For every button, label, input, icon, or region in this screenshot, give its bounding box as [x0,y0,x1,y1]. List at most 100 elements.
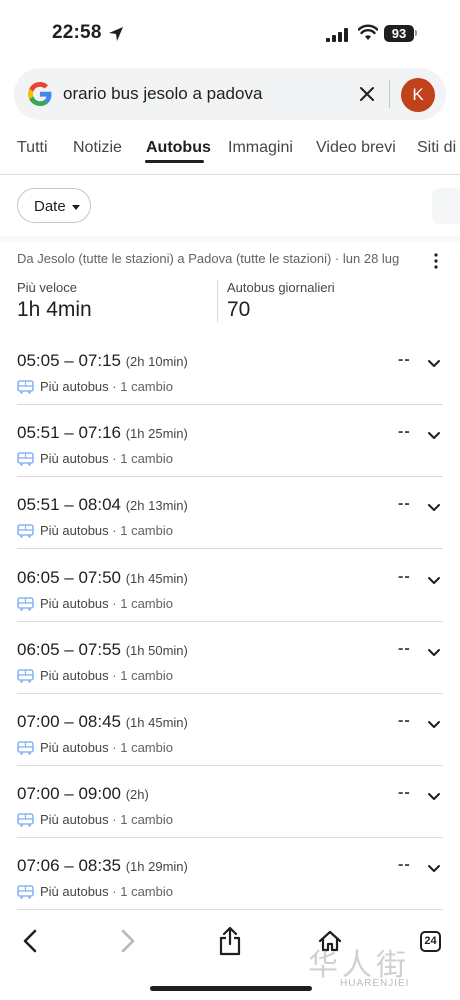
trip-row[interactable]: 07:06 – 08:35 (1h 29min) -- Più autobus · … [0,848,460,920]
trip-times: 06:05 – 07:50 (1h 45min) [17,568,188,588]
trip-changes: · 1 cambio [108,379,173,394]
bus-icon [17,813,34,832]
route-summary: Da Jesolo (tutte le stazioni) a Padova (… [17,251,400,266]
tab-autobus[interactable]: Autobus [146,139,211,157]
trip-times: 05:05 – 07:15 (2h 10min) [17,351,188,371]
chevron-down-icon[interactable] [427,573,441,591]
chevron-down-icon[interactable] [427,789,441,807]
chevron-down-icon[interactable] [427,861,441,879]
chevron-down-icon[interactable] [427,428,441,446]
stats-divider [217,280,218,323]
trip-mode: Più autobus [40,379,109,394]
trip-time-range: 07:06 – 08:35 [17,856,121,876]
trip-times: 07:00 – 09:00 (2h) [17,784,149,804]
trip-time-range: 06:05 – 07:50 [17,567,121,587]
trip-mode: Più autobus [40,523,109,539]
trip-divider [17,548,443,550]
trip-duration: (1h 25min) [125,426,188,442]
trip-detail: Più autobus · 1 cambio [40,596,173,611]
bus-icon [17,741,34,760]
trip-price: -- [398,784,411,802]
trip-row[interactable]: 07:00 – 08:45 (1h 45min) -- Più autobus · … [0,704,460,776]
close-icon[interactable] [357,84,377,104]
trip-changes: · 1 cambio [108,667,173,683]
date-filter-chip[interactable]: Date [17,188,91,223]
tab-tutti[interactable]: Tutti [17,139,48,157]
tab-notizie[interactable]: Notizie [73,139,122,157]
trip-changes: · 1 cambio [108,884,173,900]
trip-divider [17,909,443,911]
avatar[interactable]: K [401,78,435,112]
tab-immagini[interactable]: Immagini [228,139,293,157]
trip-row[interactable]: 06:05 – 07:50 (1h 45min) -- Più autobus · … [0,560,460,632]
chevron-down-icon[interactable] [427,500,441,518]
wifi-icon [358,24,378,40]
trip-duration: (1h 45min) [125,570,188,586]
date-filter-label: Date [34,198,66,215]
watermark-subtext: HUARENJIEI [340,978,410,989]
daily-buses-label: Autobus giornalieri [227,280,335,295]
trip-changes: · 1 cambio [108,451,173,467]
trip-mode: Più autobus [40,595,109,611]
trip-detail: Più autobus · 1 cambio [40,812,173,827]
trip-duration: (1h 50min) [125,642,188,658]
trip-times: 07:00 – 08:45 (1h 45min) [17,712,188,732]
forward-icon[interactable] [118,929,138,953]
section-separator [0,236,460,242]
location-arrow-icon [109,27,123,41]
trip-duration: (2h 10min) [125,354,188,369]
trip-row[interactable]: 05:51 – 08:04 (2h 13min) -- Più autobus · … [0,487,460,559]
more-vert-icon[interactable] [429,252,443,270]
trip-price: -- [398,639,411,657]
chevron-down-icon[interactable] [427,717,441,735]
trip-mode: Più autobus [40,812,109,828]
trip-divider [17,765,443,766]
trip-duration: (1h 45min) [125,715,188,730]
back-icon[interactable] [20,929,40,953]
trip-changes: · 1 cambio [108,523,173,539]
active-tab-indicator [145,160,204,163]
trip-divider [17,404,443,405]
trip-duration: (2h 13min) [125,498,188,514]
trip-times: 05:51 – 07:16 (1h 25min) [17,423,188,443]
chevron-down-icon[interactable] [427,356,441,374]
search-divider [389,80,390,108]
trip-detail: Più autobus · 1 cambio [40,451,173,466]
google-logo-icon [28,82,52,106]
trip-time-range: 05:05 – 07:15 [17,351,121,370]
trip-changes: · 1 cambio [108,740,173,755]
trip-detail: Più autobus · 1 cambio [40,884,173,899]
trip-row[interactable]: 05:05 – 07:15 (2h 10min) -- Più autobus · … [0,343,460,415]
trip-price: -- [398,423,411,441]
bus-icon [17,668,34,688]
trip-divider [17,620,443,622]
fastest-value: 1h 4min [17,298,92,321]
tab-video-brevi[interactable]: Video brevi [316,139,396,157]
search-input[interactable]: orario bus jesolo a padova [63,84,262,104]
trip-detail: Più autobus · 1 cambio [40,523,173,538]
trip-price: -- [398,567,411,585]
tab-siti[interactable]: Siti di [417,139,456,157]
trip-duration: (1h 29min) [125,859,188,875]
trip-mode: Più autobus [40,740,109,755]
trip-time-range: 07:00 – 08:45 [17,712,121,731]
trip-time-range: 06:05 – 07:55 [17,639,121,659]
trip-mode: Più autobus [40,884,109,900]
trip-row[interactable]: 06:05 – 07:55 (1h 50min) -- Più autobus · … [0,632,460,704]
home-indicator [150,986,312,991]
daily-buses-value: 70 [227,298,251,321]
trip-price: -- [398,495,411,513]
chevron-down-icon[interactable] [427,645,441,663]
trip-row[interactable]: 05:51 – 07:16 (1h 25min) -- Più autobus · … [0,415,460,487]
trip-times: 05:51 – 08:04 (2h 13min) [17,495,188,515]
bus-icon [17,452,34,471]
trip-price: -- [398,856,411,874]
trip-row[interactable]: 07:00 – 09:00 (2h) -- Più autobus · 1 camb… [0,776,460,848]
trip-detail: Più autobus · 1 cambio [40,740,173,755]
trip-mode: Più autobus [40,451,109,467]
trip-changes: · 1 cambio [108,595,173,611]
trip-divider [17,476,443,478]
tabs-icon[interactable]: 24 [420,931,441,952]
bus-icon [17,524,34,543]
share-icon[interactable] [218,926,242,956]
